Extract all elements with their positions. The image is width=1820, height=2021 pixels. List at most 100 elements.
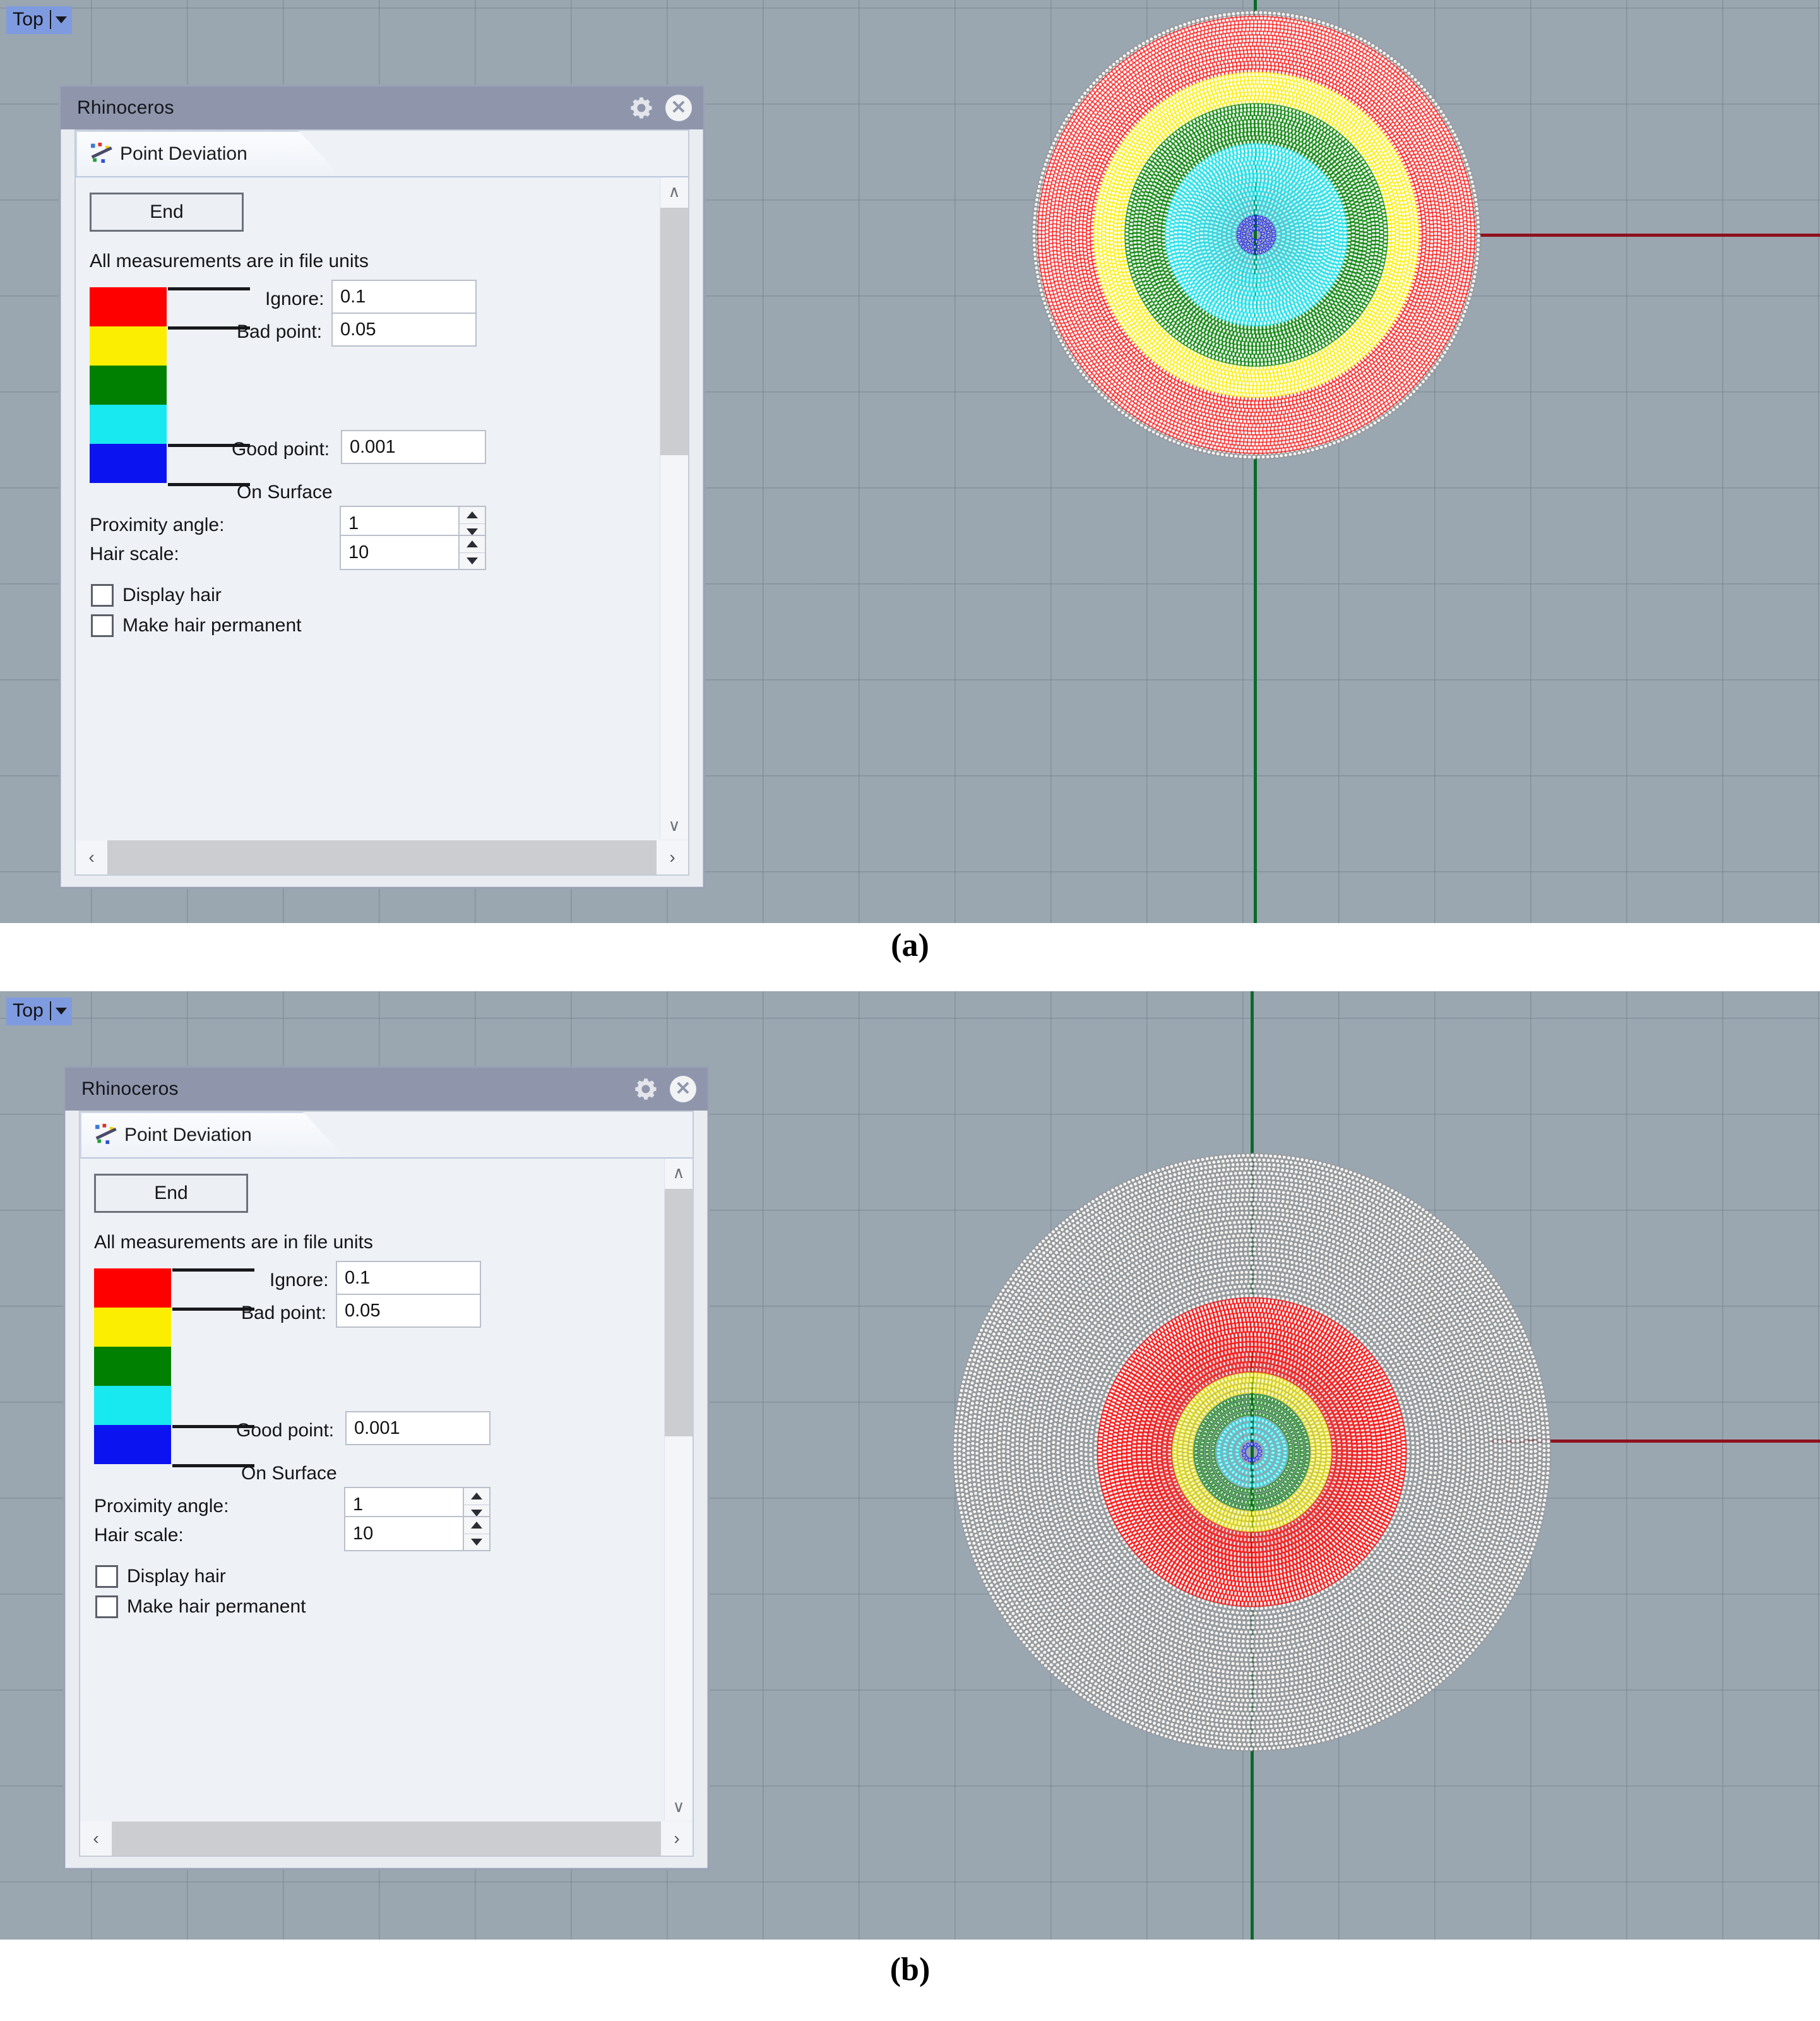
scroll-left-icon[interactable]: ‹: [80, 1828, 112, 1849]
viewport-label-a[interactable]: Top: [6, 6, 72, 34]
display-hair-label: Display hair: [127, 1566, 226, 1587]
display-hair-checkbox[interactable]: Display hair: [95, 1565, 226, 1588]
make-hair-permanent-checkbox[interactable]: Make hair permanent: [95, 1595, 306, 1618]
tabstrip-b: Point Deviation: [80, 1112, 693, 1159]
legend-swatch-blue: [94, 1425, 171, 1464]
hair-scale-value[interactable]: 10: [344, 1516, 464, 1551]
tab-label-point-deviation: Point Deviation: [124, 1124, 252, 1146]
scroll-up-icon[interactable]: ∧: [665, 1159, 693, 1186]
good-point-label: Good point:: [236, 1420, 334, 1441]
make-hair-permanent-checkbox[interactable]: Make hair permanent: [91, 614, 301, 637]
stepper-down-icon[interactable]: [460, 553, 485, 569]
viewport-name-b: Top: [13, 1000, 50, 1022]
dialog-title-a: Rhinoceros: [77, 97, 629, 119]
hair-scale-value[interactable]: 10: [340, 535, 460, 570]
units-note-b: All measurements are in file units: [94, 1232, 373, 1253]
proximity-angle-label: Proximity angle:: [90, 515, 224, 536]
ignore-input[interactable]: 0.1: [336, 1261, 481, 1295]
hair-scale-label: Hair scale:: [90, 544, 179, 565]
scroll-left-icon[interactable]: ‹: [76, 847, 107, 867]
checkbox-box[interactable]: [91, 614, 114, 637]
rhinoceros-dialog-b[interactable]: Rhinoceros ✕: [63, 1066, 710, 1870]
legend-swatch-cyan: [90, 405, 167, 444]
end-button[interactable]: End: [90, 193, 244, 232]
dialog-horizontal-scrollbar[interactable]: ‹ ›: [76, 840, 688, 874]
on-surface-label: On Surface: [237, 482, 333, 503]
horizontal-scroll-thumb[interactable]: [107, 840, 657, 874]
legend-swatch-green: [94, 1347, 171, 1386]
tab-point-deviation[interactable]: Point Deviation: [76, 131, 341, 176]
stepper-up-icon[interactable]: [464, 1488, 489, 1505]
good-point-input[interactable]: 0.001: [345, 1411, 491, 1445]
legend-swatch-red: [94, 1268, 171, 1308]
checkbox-box[interactable]: [95, 1565, 118, 1588]
legend-swatch-cyan: [94, 1386, 171, 1425]
caption-b: (b): [0, 1951, 1820, 1988]
viewport-label-divider-a: [50, 10, 51, 29]
chevron-down-icon[interactable]: [56, 1008, 67, 1015]
dialog-titlebar-b[interactable]: Rhinoceros ✕: [65, 1068, 708, 1111]
horizontal-scroll-thumb[interactable]: [112, 1821, 661, 1856]
good-point-input[interactable]: 0.001: [341, 430, 486, 464]
hair-scale-arrows[interactable]: [464, 1516, 491, 1551]
legend-swatch-red: [90, 287, 167, 326]
legend-swatch-yellow: [94, 1308, 171, 1347]
stepper-up-icon[interactable]: [460, 507, 485, 524]
scroll-right-icon[interactable]: ›: [657, 847, 688, 867]
dialog-title-b: Rhinoceros: [81, 1078, 633, 1100]
scroll-right-icon[interactable]: ›: [661, 1828, 693, 1849]
viewport-name-a: Top: [13, 9, 50, 30]
hair-scale-stepper[interactable]: 10: [344, 1516, 491, 1551]
on-surface-label: On Surface: [241, 1463, 337, 1484]
dialog-vertical-scrollbar[interactable]: ∧ ∨: [660, 177, 688, 839]
display-hair-checkbox[interactable]: Display hair: [91, 584, 222, 607]
end-button[interactable]: End: [94, 1174, 248, 1213]
tabstrip-a: Point Deviation: [76, 131, 688, 177]
gear-icon[interactable]: [629, 95, 654, 121]
panel-a: Top Rhinoceros ✕: [0, 0, 1820, 923]
checkbox-box[interactable]: [91, 584, 114, 607]
point-deviation-cloud-b: [941, 1058, 1572, 1853]
tab-point-deviation[interactable]: Point Deviation: [80, 1112, 345, 1157]
stepper-up-icon[interactable]: [460, 536, 485, 553]
ignore-input[interactable]: 0.1: [331, 280, 477, 314]
stepper-up-icon[interactable]: [464, 1517, 489, 1534]
hair-scale-stepper[interactable]: 10: [340, 535, 486, 570]
dialog-titlebar-a[interactable]: Rhinoceros ✕: [61, 86, 703, 129]
scroll-down-icon[interactable]: ∨: [660, 811, 688, 839]
close-glyph: ✕: [675, 1080, 691, 1099]
proximity-angle-label: Proximity angle:: [94, 1496, 229, 1517]
legend-swatch-blue: [90, 444, 167, 483]
scroll-down-icon[interactable]: ∨: [665, 1792, 693, 1820]
panel-b: Top Rhinoceros ✕: [0, 991, 1820, 1940]
good-point-label: Good point:: [232, 439, 330, 460]
close-icon[interactable]: ✕: [670, 1076, 696, 1102]
close-icon[interactable]: ✕: [665, 95, 692, 121]
bad-point-input[interactable]: 0.05: [331, 313, 477, 347]
chevron-down-icon[interactable]: [56, 16, 67, 23]
scroll-up-icon[interactable]: ∧: [660, 177, 688, 205]
ignore-label: Ignore:: [270, 1270, 328, 1291]
bad-point-label: Bad point:: [241, 1303, 326, 1324]
units-note-a: All measurements are in file units: [90, 251, 369, 272]
bad-point-input[interactable]: 0.05: [336, 1294, 481, 1328]
viewport-label-b[interactable]: Top: [6, 998, 72, 1025]
legend-tick-ignore: [168, 287, 250, 290]
dialog-body-b: Point Deviation End All measurements are…: [79, 1111, 694, 1857]
tab-label-point-deviation: Point Deviation: [120, 143, 247, 165]
figure-root: Top Rhinoceros ✕: [0, 0, 1820, 2021]
vertical-scroll-thumb[interactable]: [665, 1189, 693, 1436]
bad-point-label: Bad point:: [237, 321, 322, 343]
checkbox-box[interactable]: [95, 1595, 118, 1618]
point-deviation-cloud-a: [1010, 0, 1509, 480]
point-deviation-icon: [94, 1124, 119, 1147]
vertical-scroll-thumb[interactable]: [660, 208, 688, 455]
viewport-label-divider-b: [50, 1001, 51, 1020]
stepper-down-icon[interactable]: [464, 1534, 489, 1551]
caption-a: (a): [0, 927, 1820, 964]
dialog-horizontal-scrollbar[interactable]: ‹ ›: [80, 1821, 693, 1856]
dialog-vertical-scrollbar[interactable]: ∧ ∨: [664, 1159, 693, 1820]
gear-icon[interactable]: [633, 1076, 658, 1102]
rhinoceros-dialog-a[interactable]: Rhinoceros ✕: [59, 85, 705, 889]
hair-scale-arrows[interactable]: [460, 535, 486, 570]
